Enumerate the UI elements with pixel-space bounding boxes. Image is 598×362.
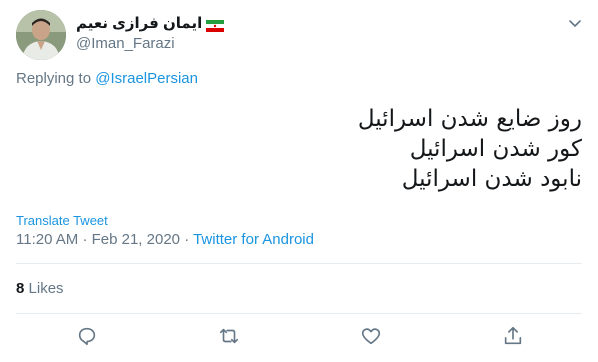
divider [16,313,582,314]
author-block[interactable]: ایمان فرازی نعیم @Iman_Farazi [76,14,225,54]
display-name-text: ایمان فرازی نعیم [76,15,203,32]
chevron-down-icon[interactable] [568,16,582,30]
retweet-button[interactable] [218,325,240,347]
retweet-icon [218,325,240,347]
translate-tweet-link[interactable]: Translate Tweet [16,213,108,228]
like-icon [360,325,382,347]
reply-icon [76,325,98,347]
replying-to-prefix: Replying to [16,70,92,87]
display-name[interactable]: ایمان فرازی نعیم [76,14,225,34]
tweet-date[interactable]: Feb 21, 2020 [92,231,180,248]
reply-mention-link[interactable]: @IsraelPersian [95,70,198,87]
share-icon [502,325,524,347]
reply-button[interactable] [76,325,98,347]
avatar[interactable] [16,10,66,60]
meta-separator: · [82,231,88,248]
replying-to: Replying to @IsraelPersian [16,70,198,87]
tweet-source-link[interactable]: Twitter for Android [193,231,314,248]
tweet-line: نابود شدن اسرائیل [401,166,582,192]
tweet-card: ایمان فرازی نعیم @Iman_Farazi Replying t… [0,0,598,362]
tweet-line: روز ضایع شدن اسرائیل [357,106,582,132]
handle[interactable]: @Iman_Farazi [76,34,224,54]
share-button[interactable] [502,325,524,347]
tweet-meta: 11:20 AM · Feb 21, 2020 · Twitter for An… [16,231,314,248]
iran-flag-icon [206,18,225,32]
likes-stat[interactable]: 8 Likes [16,280,64,297]
likes-label: Likes [28,280,64,297]
meta-separator: · [184,231,190,248]
tweet-line: کور شدن اسرائیل [409,136,582,162]
tweet-text: روز ضایع شدن اسرائیل کور شدن اسرائیل ناب… [358,104,582,194]
likes-count: 8 [16,280,25,297]
divider [16,263,582,264]
tweet-time[interactable]: 11:20 AM [16,231,78,248]
like-button[interactable] [360,325,382,347]
action-bar [0,325,598,351]
